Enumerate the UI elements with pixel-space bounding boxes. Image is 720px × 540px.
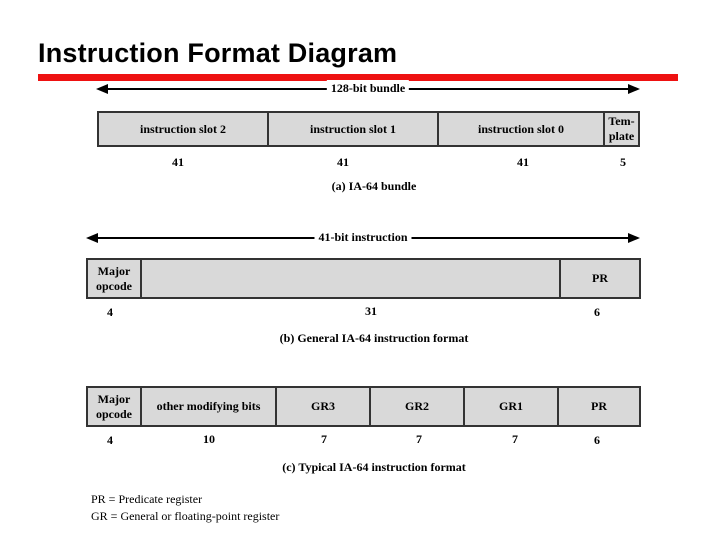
legend-item-pr: PR = Predicate register bbox=[91, 492, 203, 506]
bits-pr: 6 bbox=[594, 433, 600, 447]
bits-slot-2: 41 bbox=[172, 155, 184, 169]
bits-gr2: 7 bbox=[416, 432, 422, 446]
general-format-diagram: Major opcode PR bbox=[86, 258, 641, 299]
caption-b: (b) General IA-64 instruction format bbox=[279, 331, 469, 345]
instruction-span-arrow: 41-bit instruction bbox=[86, 229, 640, 245]
field-instruction-slot-0: instruction slot 0 bbox=[439, 113, 605, 145]
field-other-modifying-bits: other modifying bits bbox=[142, 388, 277, 425]
arrow-right-icon bbox=[628, 233, 640, 243]
field-body bbox=[142, 260, 561, 297]
field-template-line1: Tem- bbox=[608, 114, 635, 128]
bits-major-opcode: 4 bbox=[107, 305, 113, 319]
bits-template: 5 bbox=[620, 155, 626, 169]
bits-gr1: 7 bbox=[512, 432, 518, 446]
field-gr1: GR1 bbox=[465, 388, 559, 425]
field-gr3: GR3 bbox=[277, 388, 371, 425]
field-gr2: GR2 bbox=[371, 388, 465, 425]
caption-c: (c) Typical IA-64 instruction format bbox=[282, 460, 466, 474]
arrow-right-icon bbox=[628, 84, 640, 94]
page-title: Instruction Format Diagram bbox=[38, 38, 398, 68]
field-instruction-slot-1: instruction slot 1 bbox=[269, 113, 439, 145]
bits-other-modifying: 10 bbox=[203, 432, 215, 446]
bits-major-opcode: 4 bbox=[107, 433, 113, 447]
field-instruction-slot-2: instruction slot 2 bbox=[99, 113, 269, 145]
legend: PR = Predicate register GR = General or … bbox=[91, 491, 279, 525]
bundle-span-label: 128-bit bundle bbox=[326, 80, 410, 96]
typical-format-diagram: Major opcode other modifying bits GR3 GR2… bbox=[86, 386, 641, 427]
field-major-opcode: Major opcode bbox=[88, 260, 142, 297]
field-template: Tem- plate bbox=[605, 113, 638, 145]
bundle-span-arrow: 128-bit bundle bbox=[96, 80, 640, 96]
bundle-diagram: instruction slot 2 instruction slot 1 in… bbox=[97, 111, 640, 147]
field-template-line2: plate bbox=[608, 129, 635, 143]
caption-a: (a) IA-64 bundle bbox=[331, 179, 417, 193]
bits-slot-0: 41 bbox=[517, 155, 529, 169]
bits-slot-1: 41 bbox=[337, 155, 349, 169]
legend-item-gr: GR = General or floating-point register bbox=[91, 509, 280, 523]
field-pr: PR bbox=[592, 271, 608, 285]
bits-body: 31 bbox=[365, 304, 377, 318]
field-pr: PR bbox=[591, 399, 607, 413]
instruction-span-label: 41-bit instruction bbox=[314, 229, 412, 245]
bits-pr: 6 bbox=[594, 305, 600, 319]
field-major-opcode: Major opcode bbox=[88, 388, 142, 425]
bits-gr3: 7 bbox=[321, 432, 327, 446]
